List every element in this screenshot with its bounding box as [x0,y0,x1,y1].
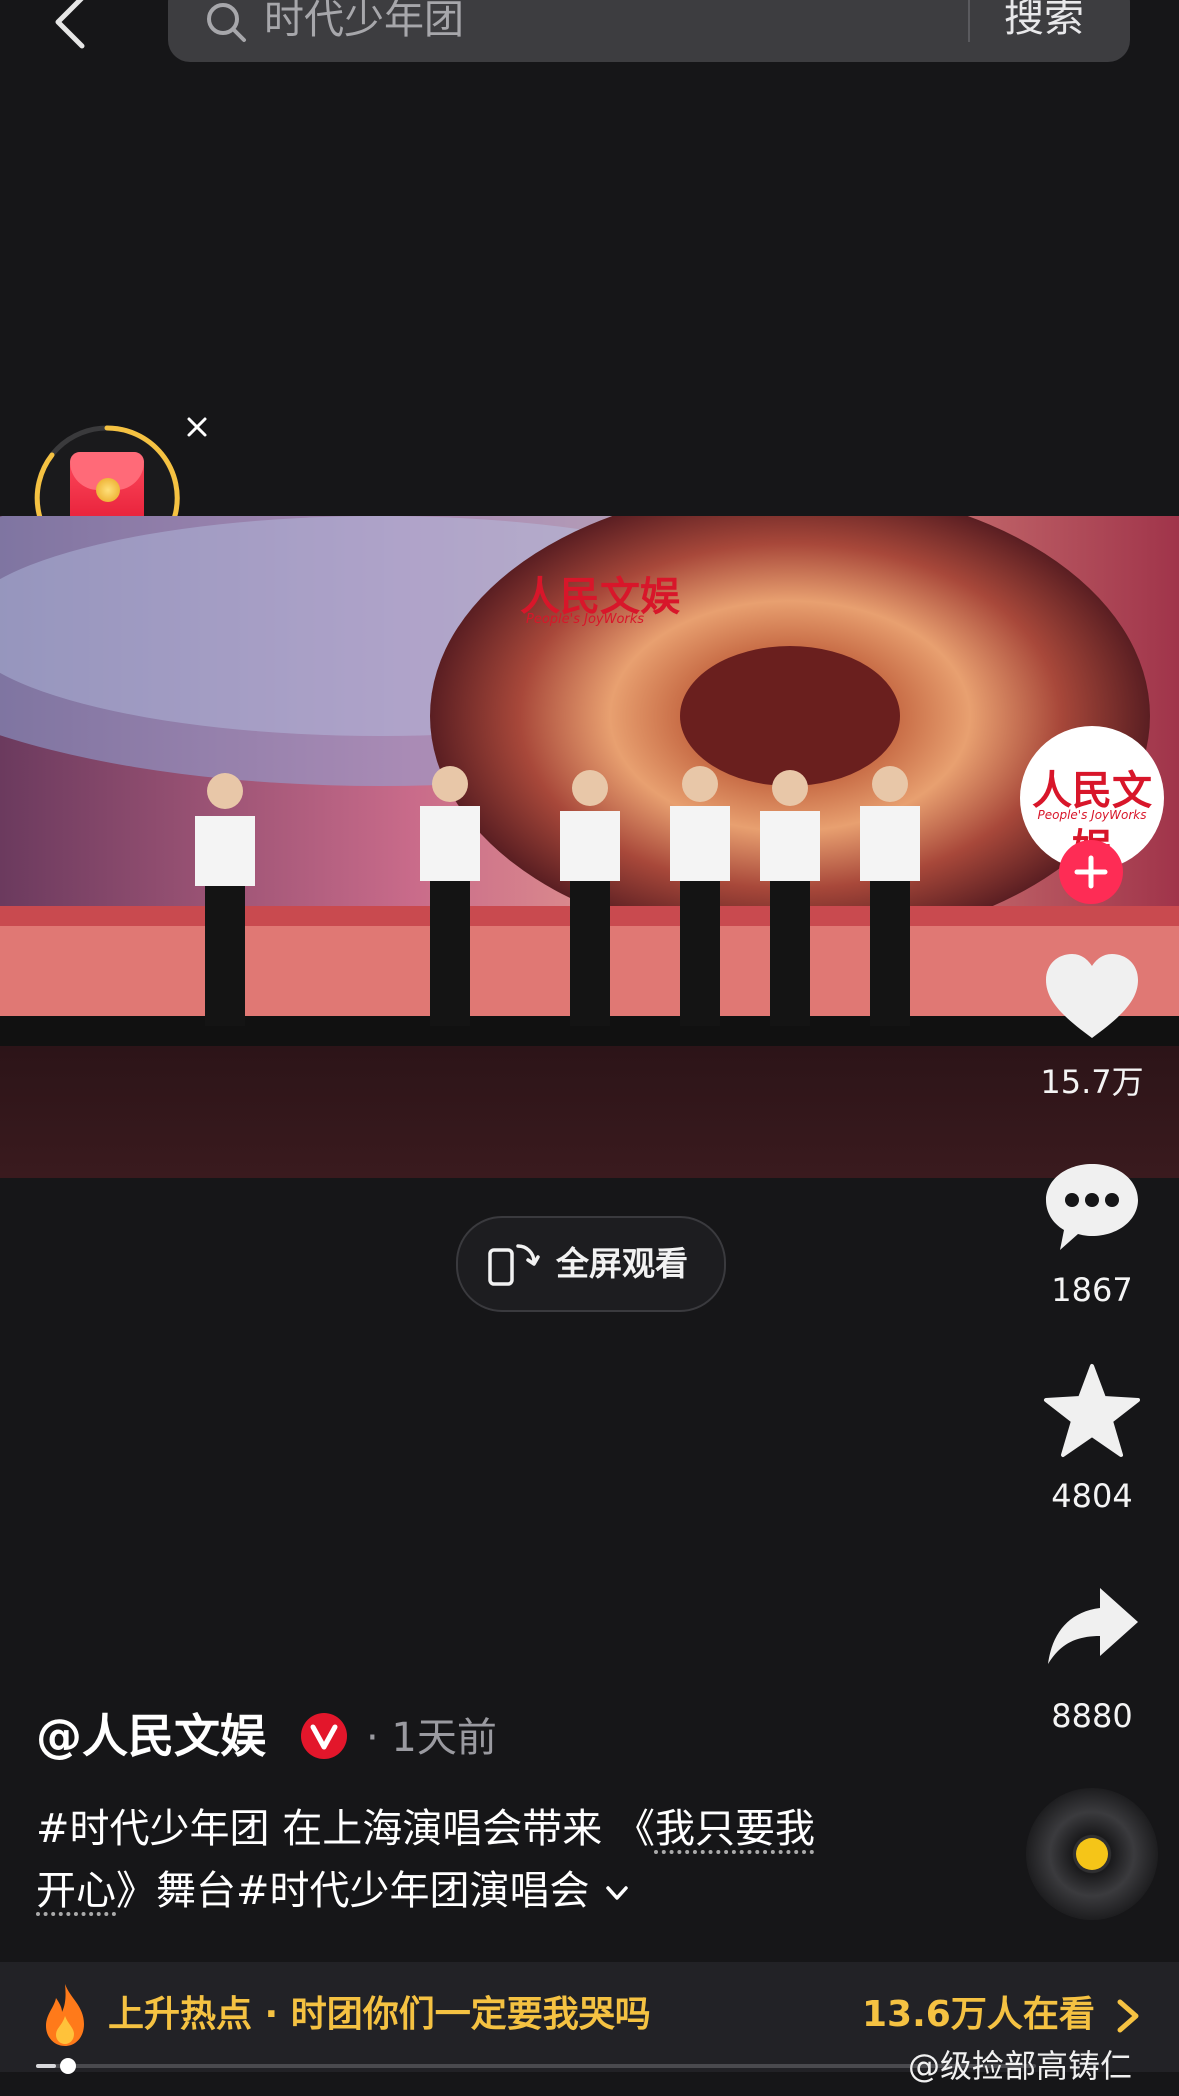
search-icon [207,3,246,42]
avatar-logo-sub: People's JoyWorks [1037,808,1147,822]
comment-count: 1867 [1051,1271,1133,1309]
video-player[interactable]: 人民文娱 People's JoyWorks [0,516,1179,1178]
viewer-count: 13.6万人在看 [862,1994,1095,2035]
video-progress-knob[interactable] [60,2058,76,2074]
music-disc[interactable] [1026,1788,1158,1920]
back-button[interactable] [44,0,104,54]
video-progress-fill [36,2064,56,2068]
comment-icon[interactable] [1042,1158,1142,1258]
music-disc-center-icon [1076,1838,1108,1870]
caption-text-2: 》舞台#时代少年团演唱会 [116,1868,590,1914]
favorite-star-icon[interactable] [1042,1362,1142,1462]
caption-song-title-b[interactable]: 开心 [36,1868,116,1914]
search-divider [968,0,970,42]
fire-icon [46,1984,84,2046]
expand-chevron-down-icon[interactable] [602,1878,632,1908]
back-chevron-icon [55,0,85,49]
red-packet-coin [96,478,120,502]
fullscreen-rotate-icon [488,1244,540,1286]
share-count: 8880 [1051,1697,1133,1735]
search-bar[interactable]: 时代少年团 搜索 [168,0,1130,62]
video-progress-bar[interactable] [36,2058,1036,2074]
plus-icon [1074,855,1108,889]
caption-song-title-a[interactable]: 我只要我 [655,1806,815,1852]
hot-topic-text: 上升热点 · 时团你们一定要我哭吗 [108,1994,651,2035]
author-name[interactable]: @人民文娱 [36,1706,266,1766]
fullscreen-button[interactable]: 全屏观看 [456,1216,726,1312]
post-time: · 1天前 [366,1715,497,1761]
search-input[interactable]: 时代少年团 [264,0,464,46]
follow-button[interactable] [1059,840,1123,904]
favorite-count: 4804 [1051,1477,1133,1515]
share-arrow-icon[interactable] [1042,1578,1142,1678]
post-caption[interactable]: #时代少年团 在上海演唱会带来 《我只要我开心》舞台#时代少年团演唱会 [36,1798,906,1922]
like-heart-icon[interactable] [1042,950,1142,1050]
video-watermark-sub: People's JoyWorks [526,612,645,627]
weibo-watermark: @级捡部高铸仁 [908,2047,1133,2085]
verified-badge-icon [301,1713,347,1759]
search-button[interactable]: 搜索 [1004,0,1084,44]
close-icon[interactable] [180,410,214,444]
fullscreen-label: 全屏观看 [556,1244,688,1283]
like-count: 15.7万 [1040,1063,1144,1101]
caption-text-1: #时代少年团 在上海演唱会带来 《 [36,1806,655,1852]
chevron-right-icon [1117,1999,1139,2033]
